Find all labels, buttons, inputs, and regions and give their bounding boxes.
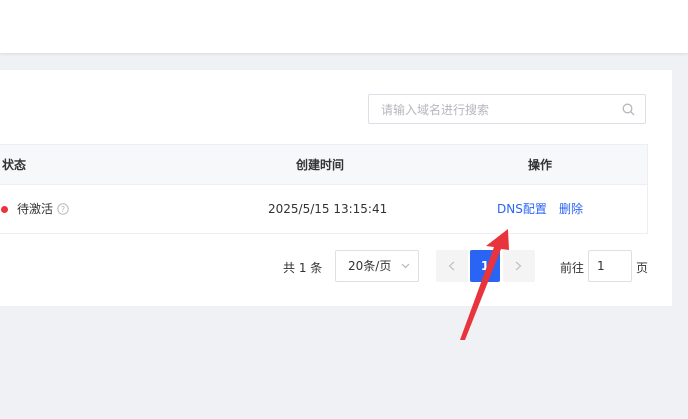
created-time: 2025/5/15 13:15:41 — [268, 202, 388, 216]
status-text: 待激活 — [17, 202, 54, 216]
header-created-time: 创建时间 — [296, 158, 345, 172]
chevron-right-icon — [515, 261, 522, 271]
pagination-total: 共 1 条 — [283, 261, 323, 275]
header-actions: 操作 — [528, 158, 553, 172]
status-dot — [1, 206, 8, 213]
delete-link[interactable]: 删除 — [559, 185, 583, 234]
next-page-button[interactable] — [503, 250, 535, 282]
domain-table: 状态 创建时间 操作 待激活 ? 2025/5/15 13:15:41 DNS配… — [0, 144, 648, 234]
table-header: 状态 创建时间 操作 — [0, 145, 647, 185]
header-status: 状态 — [2, 158, 27, 172]
page-size-value: 20条/页 — [348, 259, 392, 273]
help-icon[interactable]: ? — [57, 203, 69, 215]
svg-text:?: ? — [61, 205, 65, 214]
top-bar — [0, 0, 688, 53]
search-input[interactable] — [379, 95, 623, 125]
prev-page-button[interactable] — [436, 250, 468, 282]
goto-label: 前往 — [560, 261, 585, 275]
page-number-current[interactable]: 1 — [470, 250, 500, 282]
search-box[interactable] — [368, 94, 646, 125]
dns-config-link[interactable]: DNS配置 — [497, 185, 547, 234]
goto-page-input[interactable] — [588, 250, 632, 282]
goto-unit: 页 — [636, 261, 649, 275]
chevron-down-icon — [401, 263, 410, 269]
domain-list-card: 状态 创建时间 操作 待激活 ? 2025/5/15 13:15:41 DNS配… — [0, 70, 672, 306]
table-row: 待激活 ? 2025/5/15 13:15:41 DNS配置 删除 — [0, 185, 647, 234]
search-icon[interactable] — [622, 103, 635, 116]
page-size-select[interactable]: 20条/页 — [335, 250, 419, 282]
chevron-left-icon — [448, 261, 455, 271]
